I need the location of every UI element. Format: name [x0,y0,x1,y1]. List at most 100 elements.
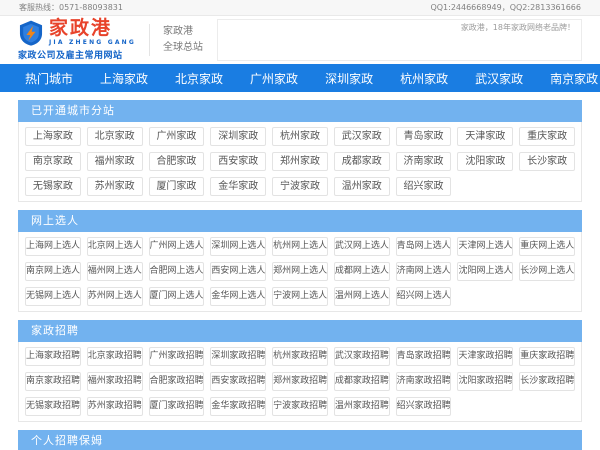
housekeeping-job-links: 上海家政招聘北京家政招聘广州家政招聘深圳家政招聘杭州家政招聘武汉家政招聘青岛家政… [18,342,582,422]
online-picking-link[interactable]: 苏州网上选人 [87,287,143,306]
housekeeping-job-link[interactable]: 长沙家政招聘 [519,372,575,391]
online-picking-link[interactable]: 武汉网上选人 [334,237,390,256]
housekeeping-job-link[interactable]: 上海家政招聘 [25,347,81,366]
logo-text-block: 家政港 JIA ZHENG GANG [49,19,136,46]
housekeeping-job-link[interactable]: 郑州家政招聘 [272,372,328,391]
online-picking-link[interactable]: 成都网上选人 [334,262,390,281]
housekeeping-job-link[interactable]: 合肥家政招聘 [149,372,205,391]
city-branch-link[interactable]: 苏州家政 [87,177,143,196]
online-picking-link[interactable]: 杭州网上选人 [272,237,328,256]
housekeeping-job-link[interactable]: 苏州家政招聘 [87,397,143,416]
city-branch-link[interactable]: 合肥家政 [149,152,205,171]
online-picking-link[interactable]: 长沙网上选人 [519,262,575,281]
city-branch-link[interactable]: 青岛家政 [396,127,452,146]
city-branch-link[interactable]: 武汉家政 [334,127,390,146]
housekeeping-job-link[interactable]: 天津家政招聘 [457,347,513,366]
city-branch-link[interactable]: 无锡家政 [25,177,81,196]
online-picking-link[interactable]: 重庆网上选人 [519,237,575,256]
housekeeping-job-link[interactable]: 无锡家政招聘 [25,397,81,416]
housekeeping-job-link[interactable]: 福州家政招聘 [87,372,143,391]
city-branch-link[interactable]: 沈阳家政 [457,152,513,171]
online-picking-link[interactable]: 西安网上选人 [210,262,266,281]
nav-item[interactable]: 热门城市 [25,70,73,87]
online-picking-link[interactable]: 济南网上选人 [396,262,452,281]
city-branch-link[interactable]: 郑州家政 [272,152,328,171]
section-online-picking: 网上选人 上海网上选人北京网上选人广州网上选人深圳网上选人杭州网上选人武汉网上选… [18,210,582,312]
online-picking-link[interactable]: 上海网上选人 [25,237,81,256]
online-picking-link[interactable]: 绍兴网上选人 [396,287,452,306]
city-branch-link[interactable]: 西安家政 [210,152,266,171]
city-branch-link[interactable]: 金华家政 [210,177,266,196]
city-branch-link[interactable]: 成都家政 [334,152,390,171]
logo-pinyin: JIA ZHENG GANG [49,39,136,46]
housekeeping-job-link[interactable]: 北京家政招聘 [87,347,143,366]
city-branch-link[interactable]: 深圳家政 [210,127,266,146]
online-picking-link[interactable]: 广州网上选人 [149,237,205,256]
online-picking-link[interactable]: 无锡网上选人 [25,287,81,306]
site-header: 家政港 JIA ZHENG GANG 家政公司及雇主常用网站 家政港 全球总站 … [0,16,600,64]
nav-item[interactable]: 广州家政 [250,70,298,87]
housekeeping-job-link[interactable]: 南京家政招聘 [25,372,81,391]
section-title: 已开通城市分站 [18,100,582,122]
housekeeping-job-link[interactable]: 金华家政招聘 [210,397,266,416]
online-picking-link[interactable]: 青岛网上选人 [396,237,452,256]
housekeeping-job-link[interactable]: 绍兴家政招聘 [396,397,452,416]
top-utility-bar: 客服热线：0571-88093831 QQ1:2446668949，QQ2:28… [0,0,600,16]
city-branch-link[interactable]: 绍兴家政 [396,177,452,196]
city-branch-link[interactable]: 南京家政 [25,152,81,171]
online-picking-link[interactable]: 温州网上选人 [334,287,390,306]
city-branch-link[interactable]: 北京家政 [87,127,143,146]
housekeeping-job-link[interactable]: 青岛家政招聘 [396,347,452,366]
city-branch-links: 上海家政北京家政广州家政深圳家政杭州家政武汉家政青岛家政天津家政重庆家政南京家政… [18,122,582,202]
nav-item[interactable]: 北京家政 [175,70,223,87]
online-picking-link[interactable]: 沈阳网上选人 [457,262,513,281]
hotline-text: 客服热线：0571-88093831 [19,2,123,13]
nav-item[interactable]: 武汉家政 [475,70,523,87]
online-picking-link[interactable]: 福州网上选人 [87,262,143,281]
city-branch-link[interactable]: 温州家政 [334,177,390,196]
city-branch-link[interactable]: 济南家政 [396,152,452,171]
city-branch-link[interactable]: 厦门家政 [149,177,205,196]
city-branch-link[interactable]: 上海家政 [25,127,81,146]
online-picking-link[interactable]: 金华网上选人 [210,287,266,306]
city-branch-link[interactable]: 宁波家政 [272,177,328,196]
section-title: 个人招聘保姆 [18,430,582,450]
online-picking-link[interactable]: 郑州网上选人 [272,262,328,281]
city-branch-link[interactable]: 福州家政 [87,152,143,171]
housekeeping-job-link[interactable]: 深圳家政招聘 [210,347,266,366]
city-branch-link[interactable]: 长沙家政 [519,152,575,171]
housekeeping-job-link[interactable]: 厦门家政招聘 [149,397,205,416]
site-logo[interactable]: 家政港 JIA ZHENG GANG 家政公司及雇主常用网站 [18,19,136,61]
housekeeping-job-link[interactable]: 成都家政招聘 [334,372,390,391]
housekeeping-job-link[interactable]: 武汉家政招聘 [334,347,390,366]
online-picking-links: 上海网上选人北京网上选人广州网上选人深圳网上选人杭州网上选人武汉网上选人青岛网上… [18,232,582,312]
online-picking-link[interactable]: 厦门网上选人 [149,287,205,306]
housekeeping-job-link[interactable]: 广州家政招聘 [149,347,205,366]
site-station-label: 家政港 全球总站 [163,24,203,56]
nav-item[interactable]: 南京家政 [550,70,598,87]
housekeeping-job-link[interactable]: 西安家政招聘 [210,372,266,391]
online-picking-link[interactable]: 合肥网上选人 [149,262,205,281]
city-branch-link[interactable]: 杭州家政 [272,127,328,146]
nav-item[interactable]: 上海家政 [100,70,148,87]
section-housekeeping-jobs: 家政招聘 上海家政招聘北京家政招聘广州家政招聘深圳家政招聘杭州家政招聘武汉家政招… [18,320,582,422]
city-branch-link[interactable]: 天津家政 [457,127,513,146]
city-branch-link[interactable]: 重庆家政 [519,127,575,146]
city-branch-link[interactable]: 广州家政 [149,127,205,146]
housekeeping-job-link[interactable]: 沈阳家政招聘 [457,372,513,391]
header-banner-box: 家政港，18年家政网络老品牌！ [217,19,582,61]
online-picking-link[interactable]: 南京网上选人 [25,262,81,281]
housekeeping-job-link[interactable]: 济南家政招聘 [396,372,452,391]
housekeeping-job-link[interactable]: 重庆家政招聘 [519,347,575,366]
online-picking-link[interactable]: 深圳网上选人 [210,237,266,256]
online-picking-link[interactable]: 宁波网上选人 [272,287,328,306]
nav-item[interactable]: 深圳家政 [325,70,373,87]
nav-item[interactable]: 杭州家政 [400,70,448,87]
housekeeping-job-link[interactable]: 杭州家政招聘 [272,347,328,366]
housekeeping-job-link[interactable]: 温州家政招聘 [334,397,390,416]
housekeeping-job-link[interactable]: 宁波家政招聘 [272,397,328,416]
main-content: 已开通城市分站 上海家政北京家政广州家政深圳家政杭州家政武汉家政青岛家政天津家政… [0,92,600,450]
online-picking-link[interactable]: 北京网上选人 [87,237,143,256]
main-nav: 热门城市上海家政北京家政广州家政深圳家政杭州家政武汉家政南京家政天津家政 [0,64,600,92]
online-picking-link[interactable]: 天津网上选人 [457,237,513,256]
